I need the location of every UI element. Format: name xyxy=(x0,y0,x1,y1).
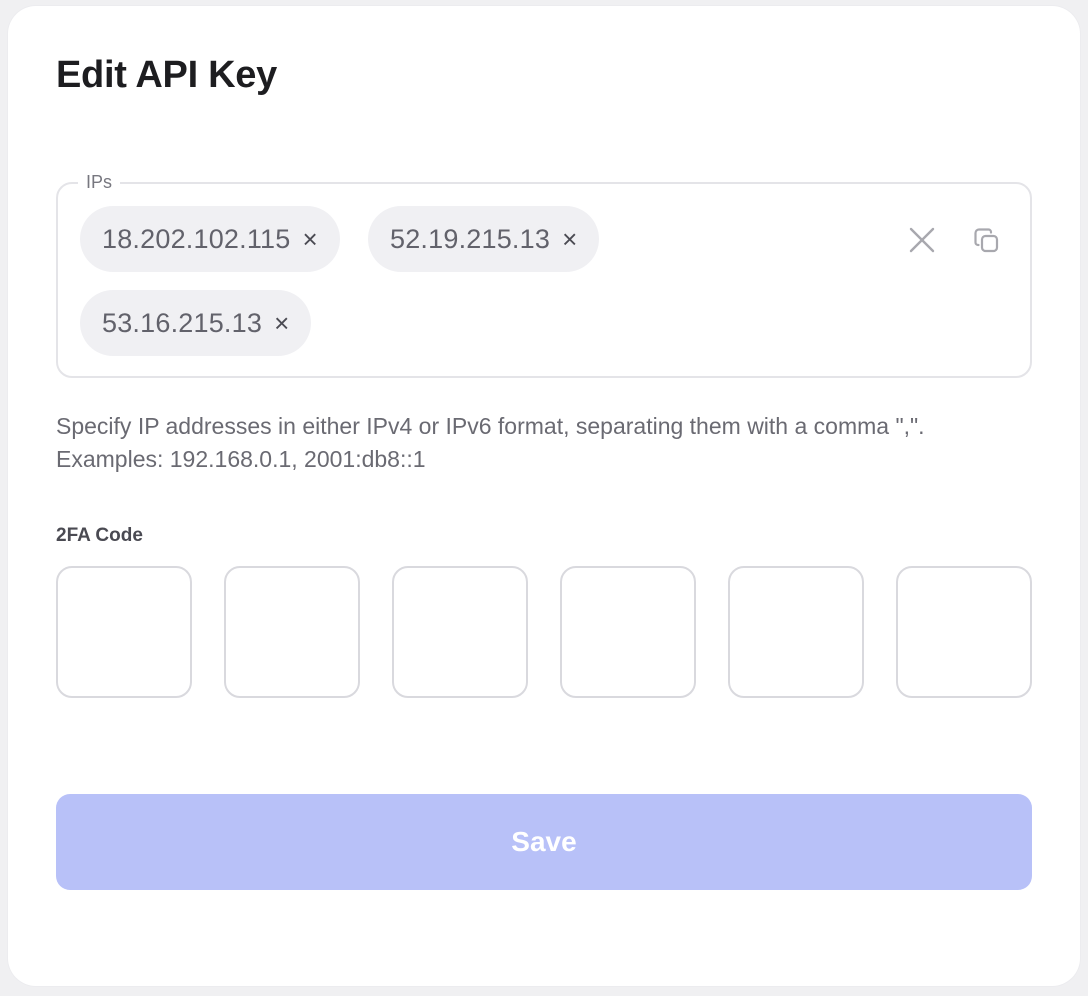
ip-chip: 53.16.215.13 × xyxy=(80,290,312,356)
twofa-label: 2FA Code xyxy=(56,525,143,546)
ip-chip: 52.19.215.13 × xyxy=(368,206,600,272)
twofa-digit-1[interactable] xyxy=(56,566,192,698)
twofa-digit-6[interactable] xyxy=(896,566,1032,698)
page-title: Edit API Key xyxy=(56,54,277,96)
clear-all-icon[interactable] xyxy=(908,226,936,254)
ips-help-text: Specify IP addresses in either IPv4 or I… xyxy=(56,410,1046,476)
help-line: Examples: 192.168.0.1, 2001:db8::1 xyxy=(56,446,426,472)
ip-chip: 18.202.102.115 × xyxy=(80,206,340,272)
save-button[interactable]: Save xyxy=(56,794,1032,890)
edit-api-key-card: Edit API Key IPs 18.202.102.115 × 52.19.… xyxy=(8,6,1080,986)
copy-icon[interactable] xyxy=(974,228,1000,254)
remove-chip-icon[interactable]: × xyxy=(562,224,577,255)
ip-chip-value: 18.202.102.115 xyxy=(102,223,291,254)
help-line: Specify IP addresses in either IPv4 or I… xyxy=(56,413,925,439)
remove-chip-icon[interactable]: × xyxy=(274,308,289,339)
ips-label: IPs xyxy=(78,170,121,194)
twofa-digit-4[interactable] xyxy=(560,566,696,698)
twofa-digit-3[interactable] xyxy=(392,566,528,698)
twofa-digit-2[interactable] xyxy=(224,566,360,698)
ip-chip-value: 53.16.215.13 xyxy=(102,307,263,338)
ips-field[interactable]: IPs 18.202.102.115 × 52.19.215.13 × 53.1… xyxy=(56,170,1032,378)
remove-chip-icon[interactable]: × xyxy=(302,224,317,255)
ip-chip-value: 52.19.215.13 xyxy=(390,223,551,254)
twofa-digit-5[interactable] xyxy=(728,566,864,698)
